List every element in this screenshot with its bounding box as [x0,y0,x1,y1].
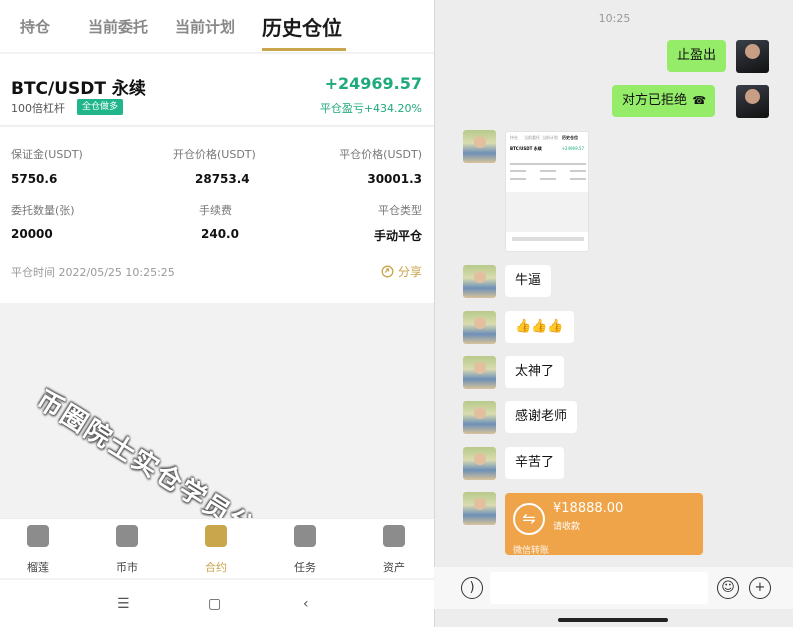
nav-contract[interactable]: 合约 [186,525,246,575]
thumb-row [540,170,556,172]
avatar[interactable] [463,492,496,525]
voice-icon[interactable]: ) [461,577,483,599]
plus-icon[interactable]: + [749,577,771,599]
chat-time: 10:25 [598,12,631,25]
thumb-empty-area [506,192,588,232]
bottom-nav: 榴莲 币市 合约 任务 资产 [0,518,434,578]
thumb-tab: 当前委托 [524,135,540,140]
transfer-icon: ⇋ [513,503,545,535]
pair-title: BTC/USDT 永续 [11,79,146,99]
transfer-amount: ¥18888.00 [553,501,624,516]
transfer-note: 请收款 [553,522,581,532]
message-bubble: 牛逼 [505,265,552,297]
thumb-row [570,178,586,180]
thumb-divider [510,163,586,165]
image-message[interactable]: 持仓 当前委托 当前计划 历史仓位 BTC/USDT 永续 +24969.57 [505,131,589,252]
qty-value: 20000 [11,227,53,241]
phone-icon: ☎ [692,94,707,107]
open-price-value: 28753.4 [195,172,250,186]
tab-holdings[interactable]: 持仓 [20,16,50,37]
close-price-label: 平仓价格(USDT) [339,148,422,161]
message-bubble: 对方已拒绝 ☎ [612,85,716,117]
qty-label: 委托数量(张) [11,204,75,217]
transfer-label: 微信转账 [513,546,550,556]
back-icon[interactable]: ‹ [303,596,309,612]
transfer-card[interactable]: ⇋ ¥18888.00 请收款 微信转账 [505,493,703,556]
close-time: 平仓时间 2022/05/25 10:25:25 [11,266,175,279]
thumb-row [510,178,526,180]
open-price-label: 开仓价格(USDT) [173,148,256,161]
call-declined-text: 对方已拒绝 [622,93,688,108]
fee-label: 手续费 [199,204,232,217]
home-square-icon[interactable]: ▢ [208,596,221,612]
menu-icon[interactable]: ☰ [117,596,130,612]
thumb-row [510,170,526,172]
market-icon [116,525,138,547]
contract-icon [205,525,227,547]
emoji-icon[interactable]: ☺ [717,577,739,599]
nav-durian[interactable]: 榴莲 [8,525,68,575]
message-input[interactable] [490,572,708,604]
thumb-tab: 持仓 [510,135,518,140]
message-bubble: 太神了 [505,356,565,388]
tab-current-plans[interactable]: 当前计划 [175,16,235,37]
avatar[interactable] [463,130,496,163]
nav-market-label: 币市 [116,561,138,574]
active-tab-indicator [262,48,346,51]
nav-durian-label: 榴莲 [27,561,49,574]
tab-open-orders[interactable]: 当前委托 [88,16,148,37]
avatar[interactable] [463,265,496,298]
close-price-value: 30001.3 [367,172,422,186]
home-indicator [558,618,668,622]
avatar[interactable] [463,401,496,434]
thumb-tab: 当前计划 [542,135,558,140]
pnl-value: +24969.57 [324,74,422,93]
leverage-label: 100倍杠杆 [11,102,65,115]
message-bubble: 感谢老师 [505,401,578,433]
share-icon [381,265,394,278]
share-button[interactable]: 分享 [381,263,422,280]
avatar[interactable] [736,40,769,73]
screenshot-root: 持仓 当前委托 当前计划 历史仓位 BTC/USDT 永续 100倍杠杆 全仓做… [0,0,793,627]
chat-input-bar: ) ☺ + [434,567,793,609]
avatar[interactable] [463,356,496,389]
position-tabs: 持仓 当前委托 当前计划 历史仓位 [0,0,434,52]
message-bubble: 止盈出 [667,40,727,72]
message-bubble: 辛苦了 [505,447,565,479]
thumb-pnl: +24969.57 [561,146,584,151]
avatar[interactable] [463,447,496,480]
nav-assets[interactable]: 资产 [364,525,424,575]
thumb-nav [512,237,584,241]
position-details: 保证金(USDT) 5750.6 开仓价格(USDT) 28753.4 平仓价格… [0,127,434,303]
thumb-row [570,170,586,172]
wallet-icon [383,525,405,547]
close-type-value: 手动平仓 [373,229,422,243]
mode-badge: 全仓做多 [77,99,124,115]
tab-history-positions[interactable]: 历史仓位 [262,12,342,41]
share-label: 分享 [397,265,422,279]
nav-market[interactable]: 币市 [97,525,157,575]
avatar[interactable] [736,85,769,118]
thumb-row [540,178,556,180]
system-nav-bar: ☰ ▢ ‹ [0,580,434,627]
close-type-label: 平仓类型 [378,204,422,217]
nav-contract-label: 合约 [205,561,227,574]
margin-label: 保证金(USDT) [11,148,83,161]
thumb-tab-active: 历史仓位 [562,135,578,140]
home-icon [27,525,49,547]
fee-value: 240.0 [201,227,239,241]
position-summary: BTC/USDT 永续 100倍杠杆 全仓做多 +24969.57 平仓盈亏+4… [0,54,434,126]
margin-value: 5750.6 [11,172,58,186]
thumb-pair: BTC/USDT 永续 [510,146,542,151]
avatar[interactable] [463,311,496,344]
nav-tasks-label: 任务 [294,561,316,574]
nav-assets-label: 资产 [383,561,405,574]
trading-app-panel: 持仓 当前委托 当前计划 历史仓位 BTC/USDT 永续 100倍杠杆 全仓做… [0,0,434,627]
tasks-icon [294,525,316,547]
message-bubble: 👍👍👍 [505,311,574,343]
pnl-ratio: 平仓盈亏+434.20% [319,102,422,115]
nav-tasks[interactable]: 任务 [275,525,335,575]
